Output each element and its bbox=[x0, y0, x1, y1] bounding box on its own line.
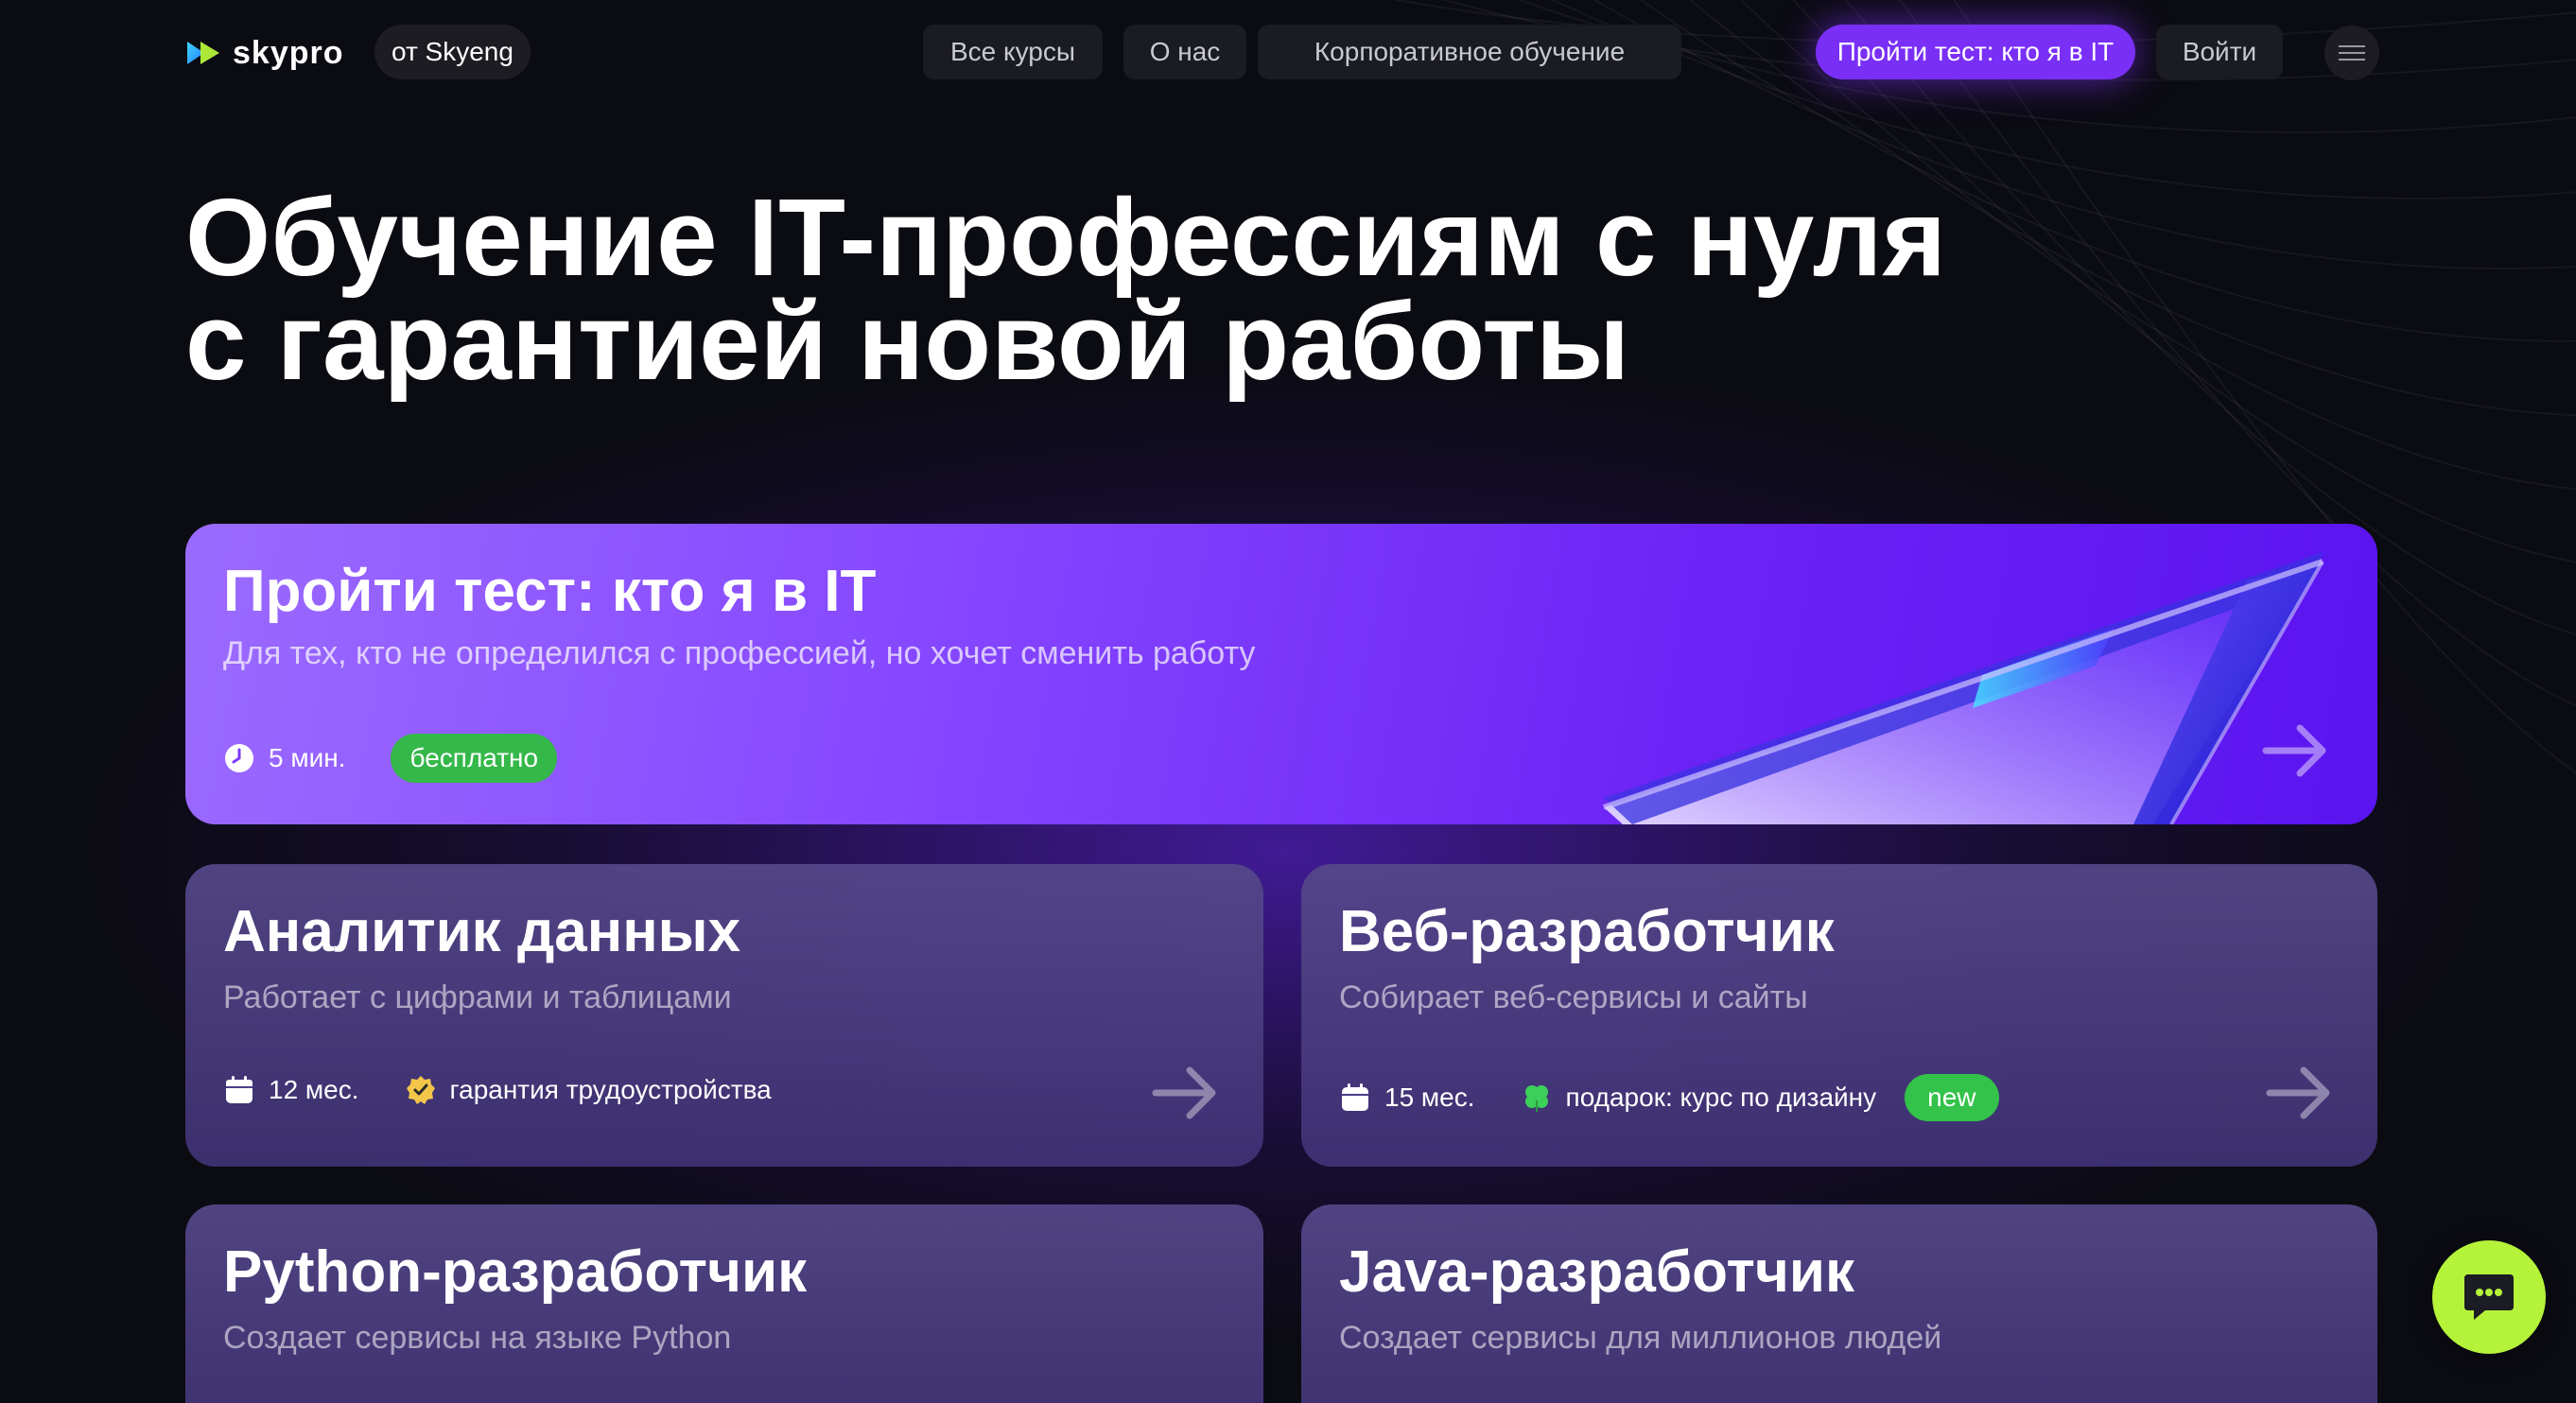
test-card[interactable]: Пройти тест: кто я в IT Для тех, кто не … bbox=[185, 524, 2377, 824]
arrow-right-icon[interactable] bbox=[2266, 1063, 2334, 1123]
course-title: Python-разработчик bbox=[223, 1239, 808, 1305]
course-title: Аналитик данных bbox=[223, 899, 741, 964]
nav-about[interactable]: О нас bbox=[1123, 25, 1246, 79]
new-badge: new bbox=[1905, 1074, 1999, 1121]
guarantee-badge-icon bbox=[406, 1076, 435, 1104]
course-subtitle: Работает с цифрами и таблицами bbox=[223, 979, 732, 1015]
from-skyeng-link[interactable]: от Skyeng bbox=[374, 25, 531, 79]
course-perk: гарантия трудоустройства bbox=[405, 1074, 772, 1106]
course-duration: 12 мес. bbox=[223, 1074, 359, 1106]
nav-all-courses[interactable]: Все курсы bbox=[923, 25, 1103, 79]
chat-icon bbox=[2464, 1274, 2514, 1320]
course-card-python-developer[interactable]: Python-разработчик Создает сервисы на яз… bbox=[185, 1204, 1263, 1403]
test-card-title: Пройти тест: кто я в IT bbox=[223, 559, 877, 624]
test-duration: 5 мин. bbox=[223, 742, 345, 774]
site-header: skypro от Skyeng Все курсы О нас Корпора… bbox=[185, 25, 2394, 81]
course-card-java-developer[interactable]: Java-разработчик Создает сервисы для мил… bbox=[1301, 1204, 2377, 1403]
test-card-subtitle: Для тех, кто не определился с профессией… bbox=[223, 635, 1256, 671]
hero-title-line-2: с гарантией новой работы bbox=[185, 280, 1630, 403]
test-card-meta: 5 мин. бесплатно bbox=[223, 734, 558, 783]
arrow-right-icon[interactable] bbox=[2262, 720, 2330, 781]
course-subtitle: Создает сервисы на языке Python bbox=[223, 1320, 732, 1356]
take-test-button[interactable]: Пройти тест: кто я в IT bbox=[1816, 25, 2135, 79]
course-title: Веб-разработчик bbox=[1339, 899, 1835, 964]
course-duration: 15 мес. bbox=[1339, 1082, 1475, 1114]
logo-text: skypro bbox=[233, 34, 344, 71]
course-meta: 15 мес. подарок: курс по дизайну new bbox=[1339, 1074, 1999, 1121]
course-perk-text: гарантия трудоустройства bbox=[449, 1075, 772, 1104]
login-button[interactable]: Войти bbox=[2156, 25, 2283, 79]
test-duration-text: 5 мин. bbox=[269, 743, 346, 772]
course-perk-text: подарок: курс по дизайну bbox=[1565, 1083, 1877, 1112]
hamburger-menu-icon bbox=[2339, 45, 2365, 61]
course-perk: подарок: курс по дизайну bbox=[1521, 1082, 1877, 1114]
page: skypro от Skyeng Все курсы О нас Корпора… bbox=[0, 0, 2576, 1403]
prism-illustration bbox=[1603, 552, 2324, 824]
nav-corporate[interactable]: Корпоративное обучение bbox=[1258, 25, 1681, 79]
course-duration-text: 15 мес. bbox=[1384, 1083, 1475, 1112]
course-card-web-developer[interactable]: Веб-разработчик Собирает веб-сервисы и с… bbox=[1301, 864, 2377, 1167]
free-badge: бесплатно bbox=[391, 734, 558, 783]
course-subtitle: Создает сервисы для миллионов людей bbox=[1339, 1320, 1942, 1356]
course-subtitle: Собирает веб-сервисы и сайты bbox=[1339, 979, 1808, 1015]
calendar-icon bbox=[1342, 1083, 1368, 1111]
hero-title: Обучение IT-профессиям с нуля с гарантие… bbox=[185, 176, 2077, 403]
course-duration-text: 12 мес. bbox=[269, 1075, 359, 1104]
course-meta: 12 мес. гарантия трудоустройства bbox=[223, 1074, 817, 1106]
hero-title-line-1: Обучение IT-профессиям с нуля bbox=[185, 176, 1947, 299]
clover-gift-icon bbox=[1524, 1085, 1548, 1112]
arrow-right-icon[interactable] bbox=[1152, 1063, 1220, 1123]
menu-button[interactable] bbox=[2324, 26, 2379, 80]
logo[interactable]: skypro bbox=[185, 34, 344, 71]
course-title: Java-разработчик bbox=[1339, 1239, 1854, 1305]
course-card-data-analyst[interactable]: Аналитик данных Работает с цифрами и таб… bbox=[185, 864, 1263, 1167]
calendar-icon bbox=[226, 1076, 252, 1103]
clock-icon bbox=[225, 744, 253, 772]
play-logo-icon bbox=[187, 42, 219, 64]
chat-button[interactable] bbox=[2432, 1240, 2546, 1354]
